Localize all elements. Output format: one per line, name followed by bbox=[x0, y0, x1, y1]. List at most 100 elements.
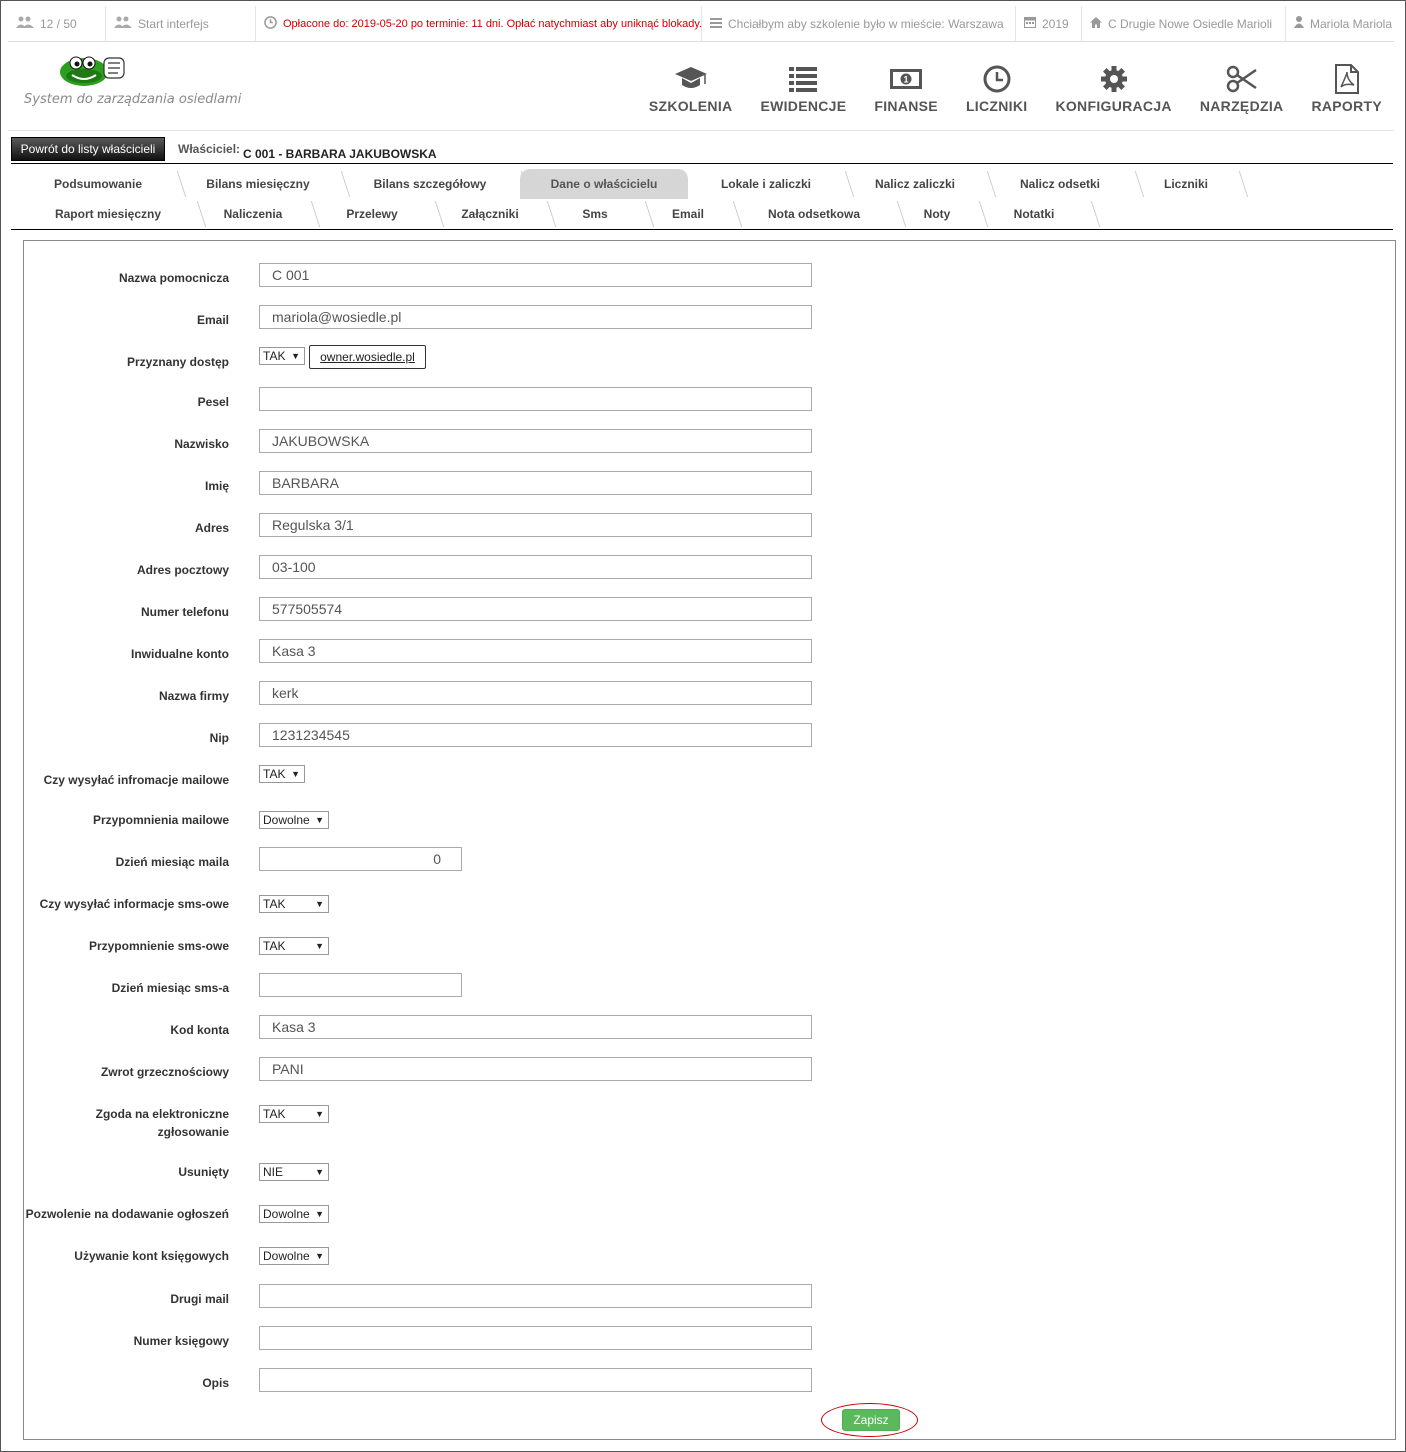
numer-ksiegowy-input[interactable] bbox=[259, 1326, 812, 1350]
nav-konfiguracja[interactable]: KONFIGURACJA bbox=[1055, 64, 1172, 114]
year-selector[interactable]: 2019 bbox=[1016, 5, 1082, 42]
nav-ewidencje[interactable]: EWIDENCJE bbox=[760, 64, 846, 114]
opis-input[interactable] bbox=[259, 1368, 812, 1392]
menu-icon bbox=[710, 16, 722, 31]
user-label: Mariola Mariola bbox=[1310, 16, 1393, 31]
przypomnienia-mail-select[interactable]: Dowolne ▼ bbox=[259, 811, 329, 829]
nav-finanse[interactable]: 1 FINANSE bbox=[874, 64, 938, 114]
field-label: Pozwolenie na dodawanie ogłoszeń bbox=[25, 1207, 229, 1221]
adres-pocztowy-input[interactable]: 03-100 bbox=[259, 555, 812, 579]
user-menu[interactable]: Mariola Mariola bbox=[1286, 6, 1394, 42]
owner-value: C 001 - BARBARA JAKUBOWSKA bbox=[243, 147, 437, 161]
tab-dane-o-wlascicielu[interactable]: Dane o właścicielu bbox=[520, 169, 688, 199]
nav-raporty[interactable]: RAPORTY bbox=[1311, 64, 1382, 114]
nip-input[interactable]: 1231234545 bbox=[259, 723, 812, 747]
header-divider bbox=[8, 130, 1394, 131]
tab-email[interactable]: Email bbox=[644, 199, 732, 229]
nav-szkolenia[interactable]: SZKOLENIA bbox=[649, 64, 733, 114]
chevron-down-icon: ▼ bbox=[291, 769, 300, 779]
field-label: Czy wysyłać informacje sms-owe bbox=[39, 897, 229, 911]
pdf-icon bbox=[1334, 64, 1359, 94]
users-count-label: 12 / 50 bbox=[40, 16, 77, 31]
save-button[interactable]: Zapisz bbox=[842, 1409, 900, 1431]
tab-noty[interactable]: Noty bbox=[896, 199, 978, 229]
tab-nalicz-zaliczki[interactable]: Nalicz zaliczki bbox=[844, 169, 986, 199]
tab-przelewy[interactable]: Przelewy bbox=[310, 199, 434, 229]
field-label: Adres pocztowy bbox=[136, 563, 229, 577]
training-city[interactable]: Chciałbym aby szkolenie było w mieście: … bbox=[702, 5, 1016, 42]
ogloszenia-select[interactable]: Dowolne ▼ bbox=[259, 1205, 329, 1223]
field-label: Zgoda na elektroniczne zgłosowanie bbox=[95, 1107, 229, 1139]
tab-bilans-szczegolowy[interactable]: Bilans szczegółowy bbox=[340, 169, 520, 199]
back-to-owners-button[interactable]: Powrót do listy właścicieli bbox=[11, 137, 165, 161]
nav-liczniki[interactable]: LICZNIKI bbox=[966, 64, 1028, 114]
clock-icon bbox=[264, 15, 277, 32]
estate-selector[interactable]: C Drugie Nowe Osiedle Marioli bbox=[1082, 5, 1286, 42]
users-icon bbox=[114, 16, 132, 31]
home-icon bbox=[1090, 16, 1102, 31]
field-label: Email bbox=[196, 313, 229, 327]
konto-input[interactable]: Kasa 3 bbox=[259, 639, 812, 663]
email-input[interactable]: mariola@wosiedle.pl bbox=[259, 305, 812, 329]
adres-input[interactable]: Regulska 3/1 bbox=[259, 513, 812, 537]
field-label: Nazwa firmy bbox=[158, 689, 229, 703]
pesel-input[interactable] bbox=[259, 387, 812, 411]
tab-lokale-i-zaliczki[interactable]: Lokale i zaliczki bbox=[688, 169, 844, 199]
money-icon: 1 bbox=[890, 69, 923, 89]
chevron-down-icon: ▼ bbox=[315, 1251, 324, 1261]
field-label: Inwidualne konto bbox=[131, 647, 229, 661]
tab-nalicz-odsetki[interactable]: Nalicz odsetki bbox=[986, 169, 1134, 199]
logo[interactable] bbox=[58, 52, 128, 88]
tabs-row-1: Podsumowanie Bilans miesięczny Bilans sz… bbox=[20, 169, 1238, 199]
wysylac-sms-select[interactable]: TAK ▼ bbox=[259, 895, 329, 913]
users-icon bbox=[16, 16, 34, 31]
dzien-sms-input[interactable] bbox=[259, 973, 462, 997]
owner-portal-link[interactable]: owner.wosiedle.pl bbox=[309, 345, 426, 369]
owner-form: Nazwa pomocnicza C 001 Email mariola@wos… bbox=[23, 240, 1396, 1440]
main-nav: SZKOLENIA EWIDENCJE 1 FINANSE LICZNIKI K… bbox=[621, 64, 1382, 114]
zgoda-select[interactable]: TAK ▼ bbox=[259, 1105, 329, 1123]
payment-alert[interactable]: Opłacone do: 2019-05-20 po terminie: 11 … bbox=[256, 5, 702, 42]
tab-nota-odsetkowa[interactable]: Nota odsetkowa bbox=[732, 199, 896, 229]
firma-input[interactable]: kerk bbox=[259, 681, 812, 705]
drugi-mail-input[interactable] bbox=[259, 1284, 812, 1308]
nav-narzedzia[interactable]: NARZĘDZIA bbox=[1200, 64, 1284, 114]
konta-ksiegowe-select[interactable]: Dowolne ▼ bbox=[259, 1247, 329, 1265]
kod-konta-input[interactable]: Kasa 3 bbox=[259, 1015, 812, 1039]
scissors-icon bbox=[1226, 65, 1257, 93]
imie-input[interactable]: BARBARA bbox=[259, 471, 812, 495]
tab-raport-miesieczny[interactable]: Raport miesięczny bbox=[20, 199, 196, 229]
tab-bilans-miesieczny[interactable]: Bilans miesięczny bbox=[176, 169, 340, 199]
wysylac-mail-select[interactable]: TAK ▼ bbox=[259, 765, 305, 783]
zwrot-input[interactable]: PANI bbox=[259, 1057, 812, 1081]
chevron-down-icon: ▼ bbox=[315, 815, 324, 825]
telefon-input[interactable]: 577505574 bbox=[259, 597, 812, 621]
przypomnienie-sms-select[interactable]: TAK ▼ bbox=[259, 937, 329, 955]
gear-icon bbox=[1100, 66, 1127, 92]
chevron-down-icon: ▼ bbox=[315, 1167, 324, 1177]
tab-zalaczniki[interactable]: Załączniki bbox=[434, 199, 546, 229]
usuniety-select[interactable]: NIE ▼ bbox=[259, 1163, 329, 1181]
field-label: Imię bbox=[204, 479, 229, 493]
nazwa-pomocnicza-input[interactable]: C 001 bbox=[259, 263, 812, 287]
field-label: Przyznany dostęp bbox=[126, 355, 229, 369]
start-interface-link[interactable]: Start interfejs bbox=[106, 5, 256, 42]
owner-label: Właściciel: bbox=[178, 142, 241, 156]
tab-sms[interactable]: Sms bbox=[546, 199, 644, 229]
clock-icon bbox=[983, 65, 1011, 93]
field-label: Używanie kont księgowych bbox=[74, 1249, 229, 1263]
chevron-down-icon: ▼ bbox=[315, 1109, 324, 1119]
tab-podsumowanie[interactable]: Podsumowanie bbox=[20, 169, 176, 199]
year-label: 2019 bbox=[1042, 16, 1069, 31]
tab-liczniki[interactable]: Liczniki bbox=[1134, 169, 1238, 199]
nazwisko-input[interactable]: JAKUBOWSKA bbox=[259, 429, 812, 453]
tab-naliczenia[interactable]: Naliczenia bbox=[196, 199, 310, 229]
start-interface-label: Start interfejs bbox=[138, 16, 209, 31]
tab-notatki[interactable]: Notatki bbox=[978, 199, 1090, 229]
chevron-down-icon: ▼ bbox=[315, 1209, 324, 1219]
field-label: Przypomnienie sms-owe bbox=[88, 939, 229, 953]
dostep-select[interactable]: TAK ▼ bbox=[259, 347, 305, 365]
graduation-cap-icon bbox=[674, 67, 707, 88]
users-count[interactable]: 12 / 50 bbox=[8, 5, 106, 42]
dzien-maila-input[interactable]: 0 bbox=[259, 847, 462, 871]
